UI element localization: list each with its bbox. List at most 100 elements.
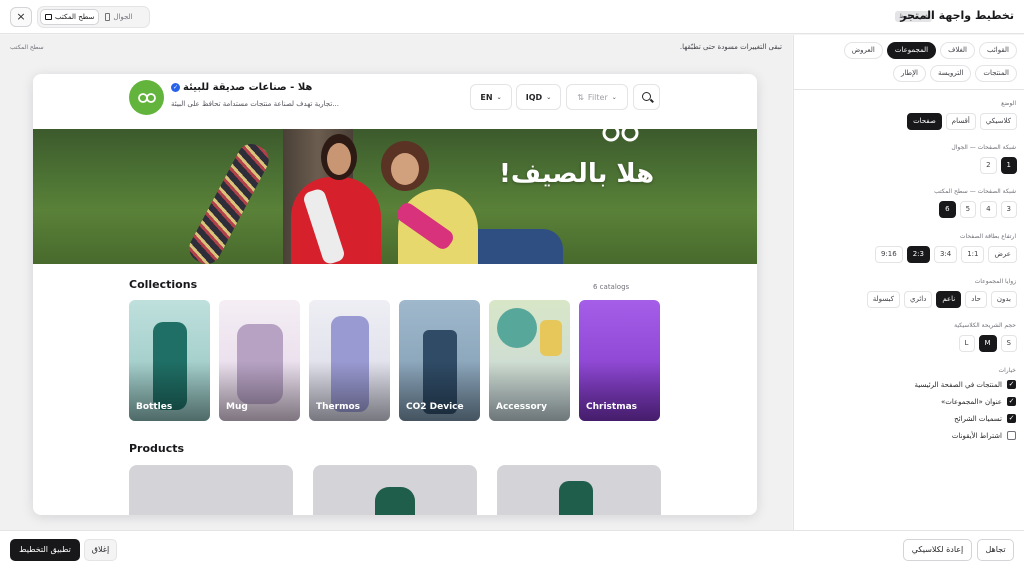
store-tagline: تجارية تهدف لصناعة منتجات مستدامة تحافظ … — [171, 100, 339, 108]
corners-option-capsule[interactable]: كبسولة — [866, 291, 900, 308]
grid-mobile-option-1[interactable]: 1 — [1000, 157, 1017, 174]
store-logo[interactable] — [129, 80, 164, 115]
option-label: المنتجات في الصفحة الرئيسية — [914, 380, 1002, 389]
product-card[interactable] — [129, 465, 293, 515]
mode-option-pages[interactable]: صفحات — [907, 113, 942, 130]
collection-card-accessory[interactable]: Accessory — [489, 300, 570, 421]
search-icon — [642, 92, 651, 101]
product-card[interactable] — [497, 465, 661, 515]
collection-label: Accessory — [496, 402, 547, 412]
language-value: EN — [480, 92, 493, 102]
corners-option-none[interactable]: بدون — [990, 291, 1017, 308]
strip-size-option-s[interactable]: S — [1000, 335, 1017, 352]
reset-classic-button[interactable]: إعادة لكلاسيكي — [903, 539, 972, 561]
option-home-products[interactable]: ✓ المنتجات في الصفحة الرئيسية — [914, 380, 1016, 389]
option-require-icons[interactable]: اشتراط الأيقونات — [952, 431, 1016, 440]
card-ratio-option-wide[interactable]: عرض — [988, 246, 1017, 263]
grid-mobile-option-2[interactable]: 2 — [980, 157, 997, 174]
collection-label: Thermos — [316, 402, 361, 412]
product-image — [375, 487, 415, 515]
option-slide-labels[interactable]: ✓ تسميات الشرائح — [954, 414, 1016, 423]
collection-label: Bottles — [136, 402, 173, 412]
strip-size-label: حجم الشريحة الكلاسيكية — [954, 322, 1016, 329]
tab-header[interactable]: الترويسة — [930, 65, 972, 82]
brand-mark-icon — [137, 92, 156, 103]
collection-card-christmas[interactable]: Christmas — [579, 300, 660, 421]
device-mobile-button[interactable]: الجوال — [101, 9, 136, 25]
corners-option-round[interactable]: دائري — [903, 291, 933, 308]
checkbox-checked[interactable]: ✓ — [1007, 380, 1016, 389]
storefront-preview: ⇅ Filter ⌄ IQD ⌄ EN ⌄ هلا - صناعات صديقة… — [33, 74, 757, 515]
mode-option-classic[interactable]: كلاسيكي — [979, 113, 1017, 130]
checkbox-checked[interactable]: ✓ — [1007, 414, 1016, 423]
draft-note: تبقى التغييرات مسودة حتى تطبّقها. — [679, 43, 782, 51]
monitor-icon — [45, 14, 52, 20]
collection-label: CO2 Device — [406, 402, 464, 412]
chevron-down-icon: ⌄ — [546, 93, 552, 101]
card-ratio-option-9-16[interactable]: 9:16 — [874, 246, 903, 263]
search-button[interactable] — [633, 84, 660, 110]
accessory-image — [497, 308, 537, 348]
collection-card-mug[interactable]: Mug — [219, 300, 300, 421]
tab-products[interactable]: المنتجات — [975, 65, 1017, 82]
corners-option-sharp[interactable]: حاد — [965, 291, 987, 308]
card-ratio-option-2-3[interactable]: 2:3 — [906, 246, 930, 263]
strip-size-options: S M L — [958, 335, 1017, 352]
grid-desktop-option-3[interactable]: 3 — [1000, 201, 1017, 218]
currency-select[interactable]: IQD ⌄ — [516, 84, 561, 110]
close-button[interactable]: × — [10, 7, 32, 27]
grid-mobile-options: 1 2 — [980, 157, 1017, 174]
grid-desktop-option-4[interactable]: 4 — [980, 201, 997, 218]
top-bar: × سطح المكتب الجوال غير محفوظ تخطيط واجه… — [0, 0, 1024, 34]
strip-size-option-m[interactable]: M — [978, 335, 997, 352]
store-header: ⇅ Filter ⌄ IQD ⌄ EN ⌄ هلا - صناعات صديقة… — [33, 74, 757, 129]
card-ratio-option-3-4[interactable]: 3:4 — [933, 246, 958, 263]
chevron-down-icon: ⌄ — [496, 93, 502, 101]
grid-desktop-option-6[interactable]: 6 — [939, 201, 956, 218]
product-image — [559, 481, 593, 515]
hero-person-1-face — [327, 143, 351, 175]
ignore-button[interactable]: تجاهل — [977, 539, 1014, 561]
grid-mobile-label: شبكة الصفحات — الجوال — [951, 144, 1016, 151]
collection-card-thermos[interactable]: Thermos — [309, 300, 390, 421]
collection-card-co2-device[interactable]: CO2 Device — [399, 300, 480, 421]
options-label: خيارات — [998, 367, 1016, 374]
checkbox-checked[interactable]: ✓ — [1007, 397, 1016, 406]
corners-option-soft[interactable]: ناعم — [936, 291, 962, 308]
hero-person-2-face — [391, 153, 419, 185]
store-name: هلا - صناعات صديقة للبيئة ✓ — [171, 82, 312, 93]
close-panel-button[interactable]: إغلاق — [84, 539, 117, 561]
filter-button[interactable]: ⇅ Filter ⌄ — [566, 84, 628, 110]
product-card[interactable] — [313, 465, 477, 515]
card-ratio-option-1-1[interactable]: 1:1 — [961, 246, 985, 263]
tab-sections[interactable]: القوائب — [978, 42, 1017, 59]
grid-desktop-option-5[interactable]: 5 — [959, 201, 977, 218]
apply-layout-button[interactable]: تطبيق التخطيط — [10, 539, 80, 561]
device-toggle: سطح المكتب الجوال — [37, 6, 150, 28]
tab-cover[interactable]: الغلاف — [940, 42, 975, 59]
layout-settings-panel: القوائب الغلاف المجموعات العروض المنتجات… — [793, 35, 1024, 530]
hero-banner[interactable]: هلا بالصيف! — [33, 129, 757, 264]
tab-collections[interactable]: المجموعات — [886, 42, 937, 59]
bottom-bar: تطبيق التخطيط إغلاق إعادة لكلاسيكي تجاهل — [0, 530, 1024, 566]
option-collections-heading[interactable]: ✓ عنوان «المجموعات» — [941, 397, 1016, 406]
tab-offers[interactable]: العروض — [843, 42, 883, 59]
checkbox-unchecked[interactable] — [1007, 431, 1016, 440]
language-select[interactable]: EN ⌄ — [470, 84, 512, 110]
collection-card-bottles[interactable]: Bottles — [129, 300, 210, 421]
device-desktop-label: سطح المكتب — [55, 13, 95, 21]
mode-option-sections[interactable]: أقسام — [945, 113, 976, 130]
filter-label: Filter — [587, 92, 608, 102]
catalog-count: 6 catalogs — [593, 283, 630, 291]
page-title: تخطيط واجهة المتجر — [900, 9, 1014, 22]
strip-size-option-l[interactable]: L — [958, 335, 975, 352]
option-label: اشتراط الأيقونات — [951, 431, 1002, 440]
corners-options: بدون حاد ناعم دائري كبسولة — [866, 291, 1017, 308]
collection-label: Christmas — [586, 402, 638, 412]
tab-frame[interactable]: الإطار — [892, 65, 927, 82]
hero-brand-mark-icon — [602, 129, 639, 142]
option-label: تسميات الشرائح — [954, 414, 1002, 423]
section-tabs-row-1: القوائب الغلاف المجموعات العروض — [843, 42, 1017, 59]
device-desktop-button[interactable]: سطح المكتب — [40, 9, 100, 25]
currency-value: IQD — [525, 92, 543, 102]
